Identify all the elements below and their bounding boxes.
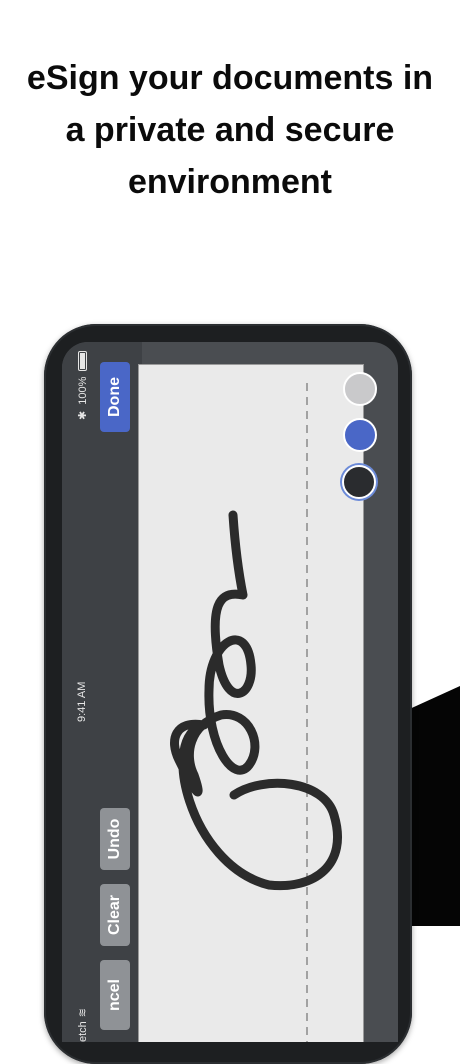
status-time: 9:41 AM: [76, 681, 88, 722]
headline-line-3: environment: [127, 163, 333, 201]
clear-label: Clear: [106, 894, 123, 936]
clear-button[interactable]: Clear: [100, 884, 130, 946]
status-app: etch ≋: [76, 1007, 90, 1042]
signature-stroke: [170, 510, 343, 891]
undo-label: Undo: [106, 818, 123, 860]
color-swatch-black[interactable]: [342, 465, 376, 499]
done-button[interactable]: Done: [100, 362, 130, 432]
color-swatch-gray[interactable]: [343, 372, 377, 406]
bluetooth-icon: ✱: [77, 410, 89, 420]
color-swatch-blue[interactable]: [343, 418, 377, 452]
cancel-label: ncel: [106, 978, 123, 1012]
cancel-button[interactable]: ncel: [100, 960, 130, 1030]
done-label: Done: [106, 377, 123, 417]
signature-drawing: [170, 383, 343, 1042]
status-app-name: etch: [76, 1021, 89, 1042]
battery-icon: [78, 350, 87, 371]
headline: eSign your documents in a private and se…: [0, 52, 460, 208]
battery-percent: 100%: [76, 376, 89, 405]
signature-screen: ✱ 100% 9:41 AM etch ≋ Done Undo Clear nc…: [62, 342, 398, 1042]
headline-line-2: a private and secure: [65, 111, 395, 149]
signature-canvas[interactable]: [138, 364, 364, 1042]
wifi-icon: ≋: [77, 1007, 89, 1018]
headline-line-1: eSign your documents in: [26, 59, 434, 97]
undo-button[interactable]: Undo: [100, 808, 130, 870]
status-battery: ✱ 100%: [76, 350, 89, 420]
